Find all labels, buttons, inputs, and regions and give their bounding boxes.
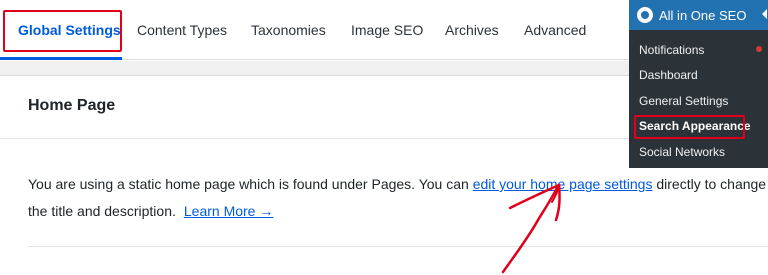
tab-taxonomies[interactable]: Taxonomies xyxy=(251,22,326,38)
panel-title: Home Page xyxy=(28,97,116,114)
aioseo-logo-icon xyxy=(637,7,653,23)
menu-item-general-settings[interactable]: General Settings xyxy=(639,94,728,108)
menu-item-dashboard[interactable]: Dashboard xyxy=(639,68,698,82)
home-page-description: You are using a static home page which i… xyxy=(28,171,768,225)
tab-global-settings[interactable]: Global Settings xyxy=(18,22,121,38)
tab-advanced[interactable]: Advanced xyxy=(524,22,586,38)
active-tab-underline xyxy=(0,57,122,60)
tab-archives[interactable]: Archives xyxy=(445,22,499,38)
tab-image-seo[interactable]: Image SEO xyxy=(351,22,423,38)
menu-title: All in One SEO xyxy=(659,8,747,23)
settings-tab-bar: Global Settings Content Types Taxonomies… xyxy=(0,0,630,60)
menu-header[interactable]: All in One SEO xyxy=(629,0,768,30)
description-text-start: You are using a static home page which i… xyxy=(28,176,473,192)
edit-home-page-link[interactable]: edit your home page settings xyxy=(473,176,653,192)
menu-item-social-networks[interactable]: Social Networks xyxy=(639,145,725,159)
tab-content-types[interactable]: Content Types xyxy=(137,22,227,38)
aioseo-admin-menu: All in One SEO Notifications Dashboard G… xyxy=(629,0,768,168)
learn-more-link[interactable]: Learn More → xyxy=(184,203,273,219)
menu-item-search-appearance[interactable]: Search Appearance xyxy=(639,119,751,133)
notification-badge xyxy=(756,46,762,52)
panel-bottom-divider xyxy=(28,246,768,247)
caret-left-icon xyxy=(762,9,767,19)
menu-item-notifications[interactable]: Notifications xyxy=(639,43,704,57)
